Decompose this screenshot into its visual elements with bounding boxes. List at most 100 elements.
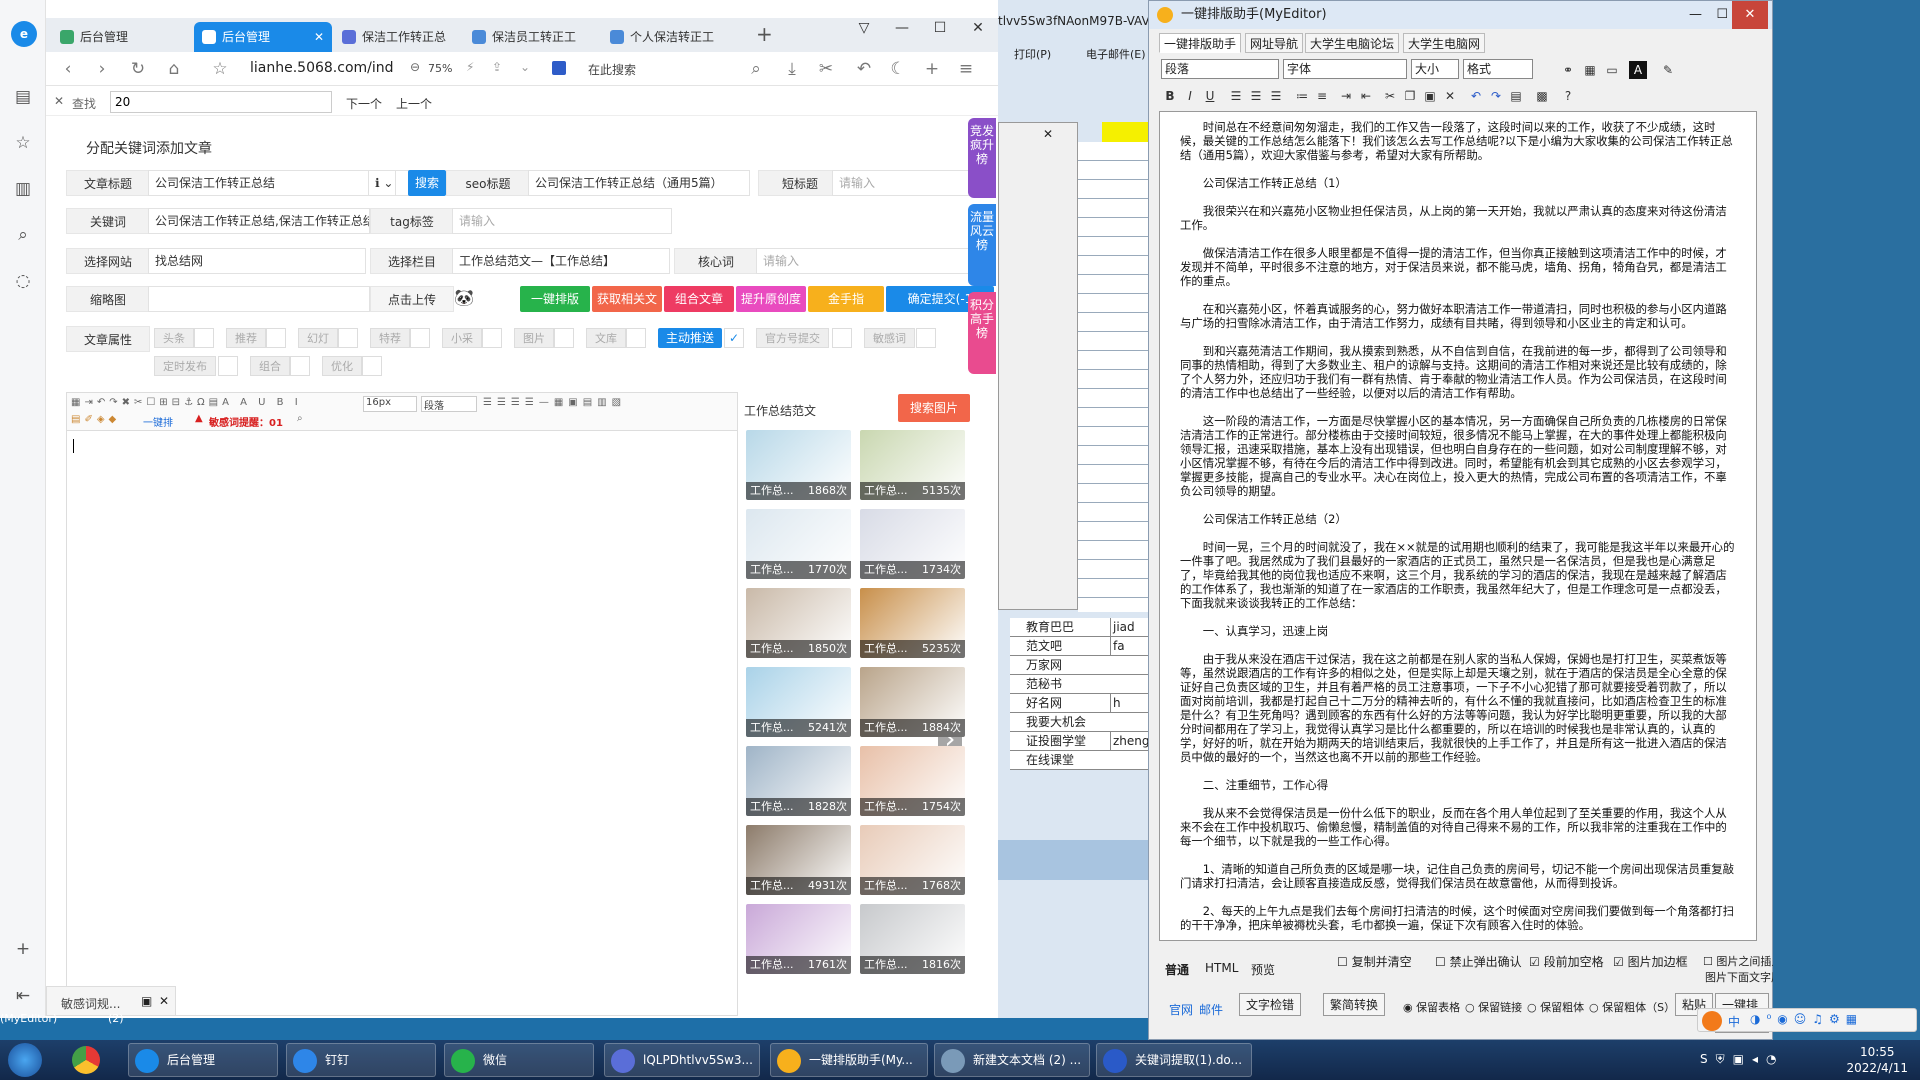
image-thumb[interactable]: 工作总... 1734次 (860, 509, 965, 579)
editor-text-cursor[interactable] (73, 439, 74, 453)
zoom-icon[interactable]: ⊖ (410, 60, 420, 74)
tab-myeditor[interactable]: 一键排版助手 (1159, 33, 1242, 53)
format-select[interactable]: 格式 (1463, 59, 1533, 79)
taskbar-item[interactable]: 新建文本文档 (2) ... (934, 1043, 1090, 1077)
search-image-button[interactable]: 搜索图片 (898, 394, 970, 422)
save-icon[interactable]: ▤ (1507, 87, 1525, 105)
image-thumb[interactable]: 工作总... 5235次 (860, 588, 965, 658)
start-button[interactable] (8, 1043, 42, 1077)
image-thumb[interactable]: 工作总... 1761次 (746, 904, 851, 974)
upload-button[interactable]: 点击上传 (370, 286, 454, 312)
url-field[interactable]: lianhe.5068.com/ind (250, 60, 394, 76)
chat-icon[interactable]: ◌ (12, 270, 34, 292)
close-tab-icon[interactable]: ✕ (314, 22, 324, 52)
image-thumb[interactable]: 工作总... 1828次 (746, 746, 851, 816)
checkbox-indent[interactable]: ☑ 段前加空格 (1529, 953, 1604, 970)
format-icons-row[interactable]: ▦⇥↶↷✖✂☐⊞⊟⚓Ω▤A A U B I (71, 397, 302, 408)
close-button[interactable]: ✕ (1732, 1, 1768, 29)
panda-image-icon[interactable]: 🐼 (454, 288, 490, 310)
spell-check-button[interactable]: 文字检错 (1239, 993, 1302, 1016)
reading-icon[interactable]: ▥ (12, 178, 34, 200)
ime-toolbar[interactable]: 中 ◑⁰◉☺♫⚙▦ (1697, 1008, 1917, 1032)
menu-icon[interactable]: ▽ (850, 20, 878, 40)
site-select[interactable]: 找总结网 (148, 248, 366, 274)
taskbar-item[interactable]: 一键排版助手(My... (770, 1043, 928, 1077)
official-site-link[interactable]: 官网 (1169, 1001, 1193, 1018)
taskbar-item[interactable]: 钉钉 (286, 1043, 436, 1077)
find-input[interactable] (110, 91, 332, 113)
attr-combine[interactable]: 组合 (250, 356, 290, 376)
download-icon[interactable]: ⤓ (782, 59, 802, 79)
night-mode-icon[interactable]: ☾ (888, 59, 908, 79)
undo-icon[interactable]: ↶ (1467, 87, 1485, 105)
ime-icons[interactable]: ◑⁰◉☺♫⚙▦ (1750, 1012, 1863, 1026)
image-thumb[interactable]: 工作总... 1754次 (860, 746, 965, 816)
boost-original-button[interactable]: 提升原创度 (736, 286, 806, 312)
menu-icon[interactable]: ≡ (956, 59, 976, 79)
editor-document[interactable]: 时间总在不经意间匆匆溜走，我们的工作又告一段落了，这段时间以来的工作，收获了不少… (1159, 111, 1757, 941)
indent-icon[interactable]: ⇥ (1337, 87, 1355, 105)
title-option-select[interactable]: ℹ ⌄ (368, 170, 396, 196)
radio-keep-bold[interactable]: ○ 保留粗体 (1527, 999, 1584, 1015)
tab-article-3[interactable]: 个人保洁转正工 (602, 22, 728, 52)
italic-icon[interactable]: I (1181, 87, 1199, 105)
pin-icon[interactable]: ▣ (141, 994, 152, 1008)
image-thumb[interactable]: 工作总... 5241次 (746, 667, 851, 737)
active-push-button[interactable]: 主动推送 (658, 328, 722, 348)
image-thumb[interactable]: 工作总... 1884次 (860, 667, 965, 737)
one-key-format-button[interactable]: 一键排版 (520, 286, 590, 312)
taskbar-item[interactable]: 关键词提取(1).do... (1096, 1043, 1252, 1077)
forward-icon[interactable]: › (92, 59, 112, 79)
side-tag-rise[interactable]: 竞发疯升榜 (968, 118, 996, 198)
tab-nav[interactable]: 网址导航 (1245, 33, 1304, 53)
table-icon[interactable]: ▦ (1581, 61, 1599, 79)
size-select[interactable]: 大小 (1411, 59, 1459, 79)
ordered-list-icon[interactable]: ≔ (1293, 87, 1311, 105)
convert-button[interactable]: 繁简转换 (1323, 993, 1386, 1016)
tab-computer-site[interactable]: 大学生电脑网 (1403, 33, 1486, 53)
attr-headline-checkbox[interactable] (194, 328, 214, 348)
email-menu[interactable]: 电子邮件(E) (1086, 46, 1146, 62)
ime-mode[interactable]: 中 (1728, 1013, 1740, 1030)
paste-icon[interactable]: ▣ (1421, 87, 1439, 105)
window-icon[interactable]: ▭ (1603, 61, 1621, 79)
align-left-icon[interactable]: ☰ (1227, 87, 1245, 105)
tag-input[interactable]: 请输入 (452, 208, 672, 234)
tab-admin-2[interactable]: 后台管理 ✕ (194, 22, 332, 52)
paragraph-select[interactable]: 段落 (421, 396, 477, 412)
search-engine-icon[interactable] (552, 61, 566, 75)
taskbar-item[interactable]: 微信 (444, 1043, 594, 1077)
format-brush-icon[interactable]: ▩ (1533, 87, 1551, 105)
attr-sensitive-checkbox[interactable] (916, 328, 936, 348)
redo-icon[interactable]: ↷ (1487, 87, 1505, 105)
delete-icon[interactable]: ✕ (1441, 87, 1459, 105)
magnifier-icon[interactable]: ⌕ (297, 413, 303, 424)
clock[interactable]: 10:55 2022/4/11 (1846, 1044, 1908, 1076)
tray-icons[interactable]: S⛨▣◂◔ (1700, 1052, 1784, 1067)
contacts-icon[interactable]: ▤ (12, 86, 34, 108)
browser-logo-icon[interactable]: e (11, 21, 37, 47)
font-select[interactable]: 字体 (1283, 59, 1407, 79)
attr-headline[interactable]: 头条 (154, 328, 194, 348)
close-find-icon[interactable]: ✕ (54, 94, 64, 108)
image-thumb[interactable]: 工作总... 1868次 (746, 430, 851, 500)
title-search-button[interactable]: 搜索 (408, 170, 446, 196)
attr-special[interactable]: 特荐 (370, 328, 410, 348)
close-icon[interactable]: ✕ (159, 994, 169, 1008)
chevron-down-icon[interactable]: ⌄ (520, 60, 530, 74)
attr-combine-checkbox[interactable] (290, 356, 310, 376)
address-search-input[interactable]: 在此搜索 (588, 61, 636, 78)
minimize-button[interactable]: — (1689, 1, 1702, 29)
find-prev-button[interactable]: 上一个 (396, 95, 432, 112)
keyword-input[interactable]: 公司保洁工作转正总结,保洁工作转正总结 (148, 208, 370, 234)
align-icons-row[interactable]: ☰☰☰☰—▦▣▤▥▧ (483, 397, 626, 408)
bookmark-icon[interactable]: ☆ (210, 59, 230, 79)
core-word-input[interactable]: 请输入 (756, 248, 992, 274)
print-menu[interactable]: 打印(P) (1014, 46, 1051, 62)
seo-title-input[interactable]: 公司保洁工作转正总结（通用5篇） (528, 170, 750, 196)
minimize-button[interactable]: — (888, 20, 916, 40)
get-related-button[interactable]: 获取相关文 (592, 286, 662, 312)
attr-schedule-checkbox[interactable] (218, 356, 238, 376)
column-select[interactable]: 工作总结范文—【工作总结】 (452, 248, 670, 274)
image-thumb[interactable]: 工作总... 5135次 (860, 430, 965, 500)
